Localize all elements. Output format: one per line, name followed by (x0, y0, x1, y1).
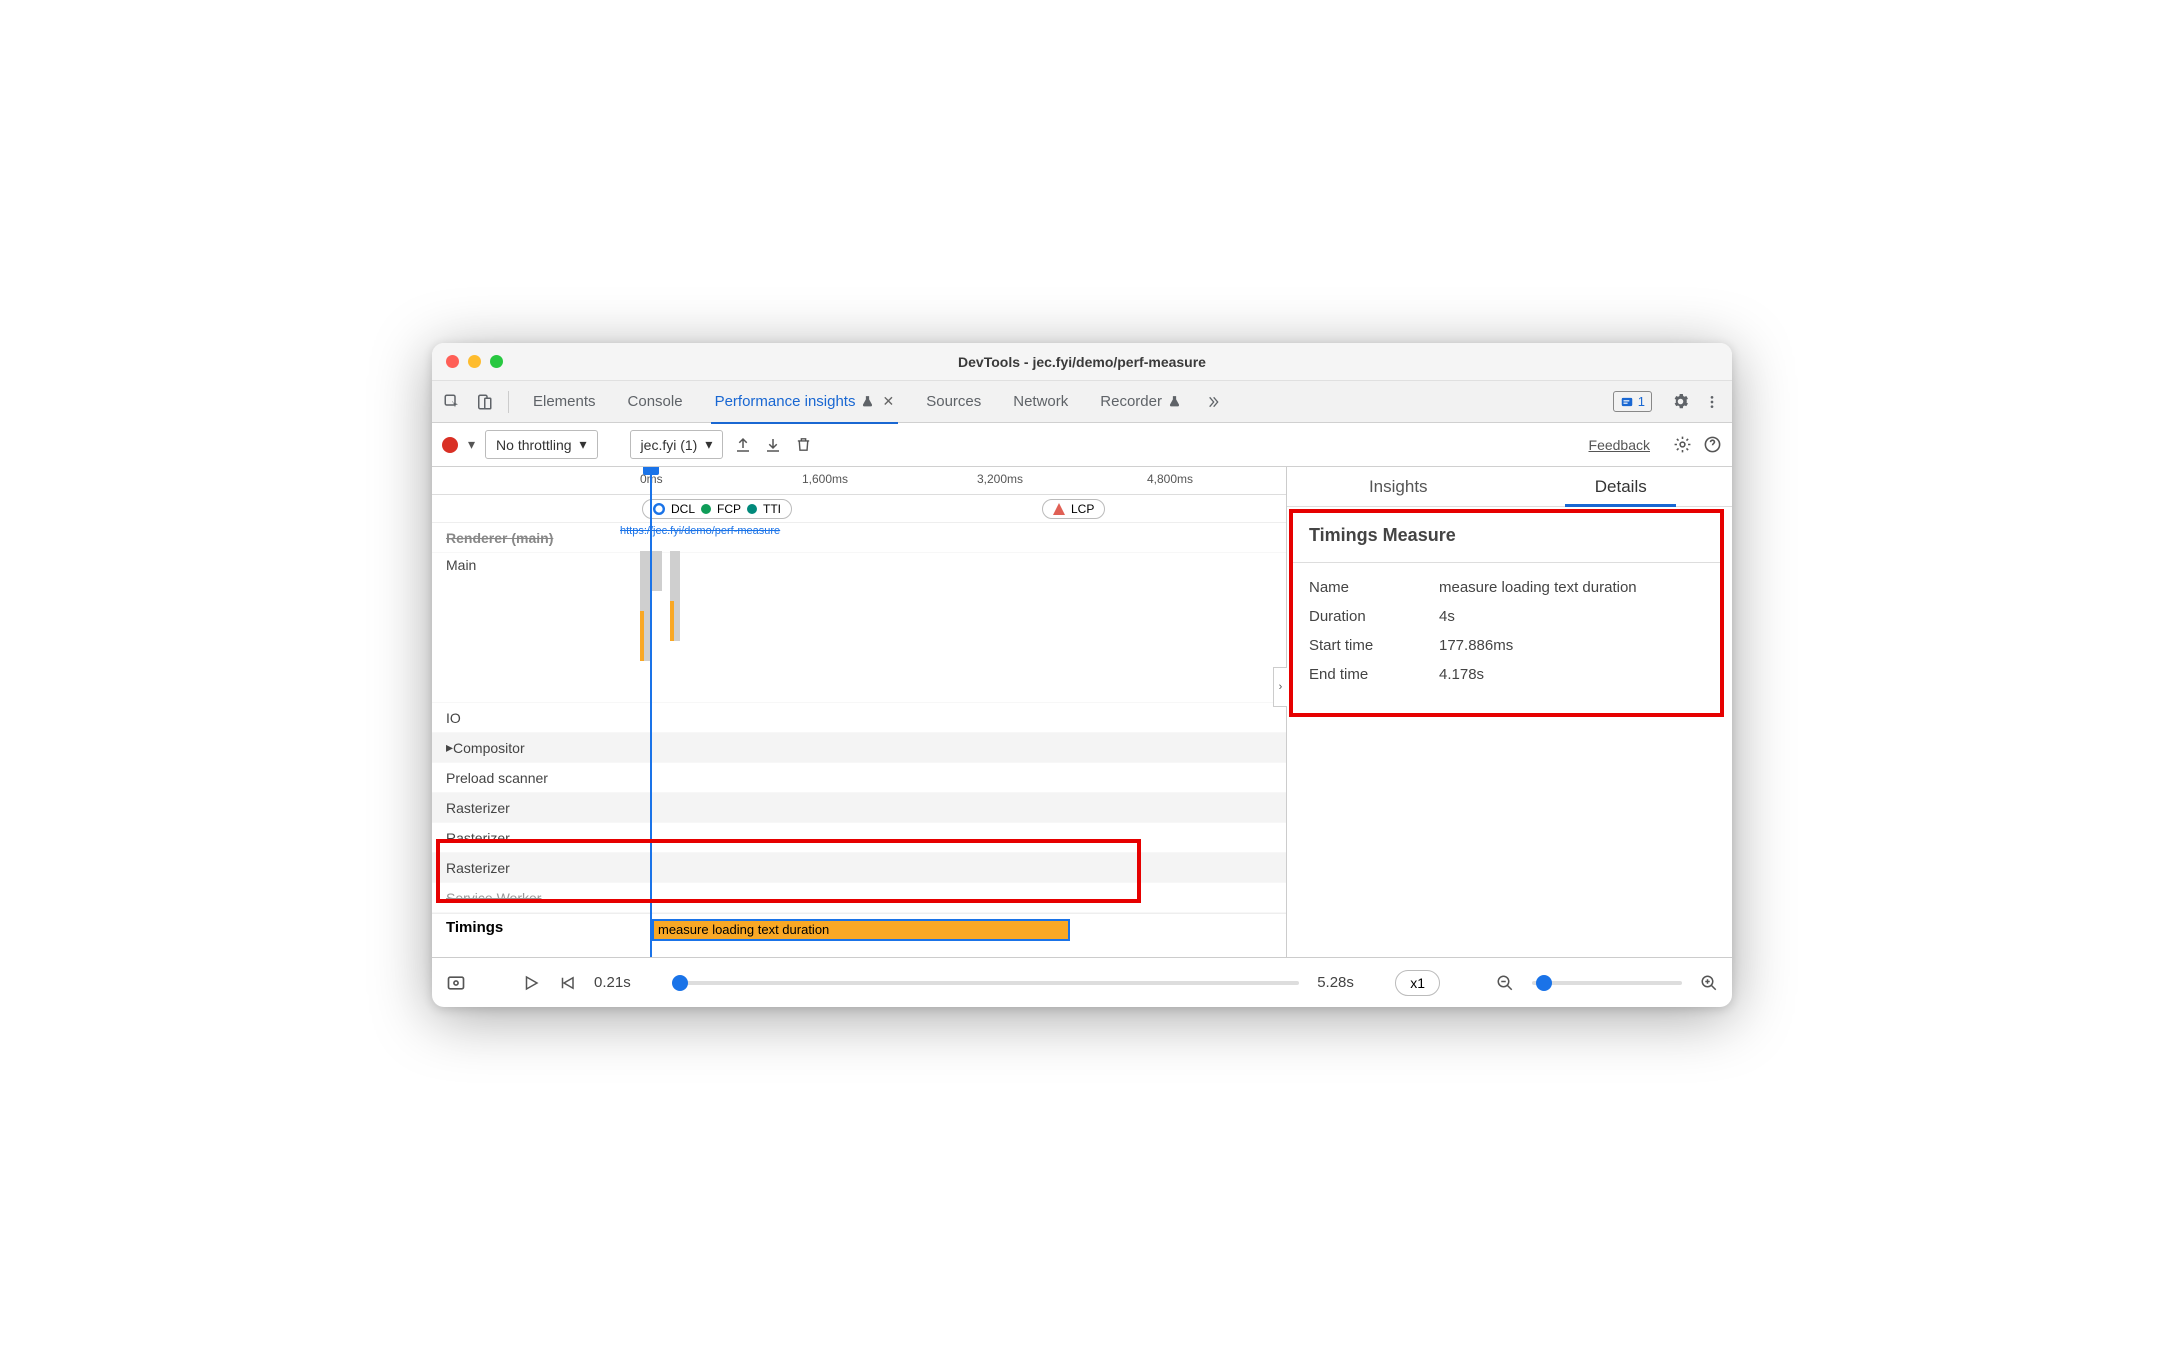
inspect-element-icon[interactable] (438, 388, 466, 416)
traffic-lights (446, 355, 503, 368)
track-renderer[interactable]: Renderer (main) (432, 523, 1286, 553)
timeline-pane[interactable]: 0ms 1,600ms 3,200ms 4,800ms DCL FCP TTI … (432, 467, 1287, 957)
tab-network[interactable]: Network (999, 381, 1082, 423)
details-title: Timings Measure (1309, 525, 1704, 546)
screenshot-toggle-icon[interactable] (446, 973, 466, 993)
track-rasterizer-3[interactable]: Rasterizer (432, 853, 1286, 883)
track-main[interactable]: Main (432, 553, 1286, 703)
time-end-label: 5.28s (1317, 974, 1377, 991)
settings-icon[interactable] (1666, 388, 1694, 416)
detail-name: Namemeasure loading text duration (1309, 573, 1704, 602)
issue-icon (1620, 395, 1634, 409)
detail-start-time: Start time177.886ms (1309, 631, 1704, 660)
track-service-worker[interactable]: Service Worker (432, 883, 1286, 913)
devtools-window: DevTools - jec.fyi/demo/perf-measure Ele… (432, 343, 1732, 1007)
tab-insights[interactable]: Insights (1287, 467, 1510, 506)
delete-icon[interactable] (793, 435, 813, 455)
titlebar: DevTools - jec.fyi/demo/perf-measure (432, 343, 1732, 381)
more-tabs-icon[interactable] (1199, 388, 1227, 416)
playhead[interactable] (650, 467, 652, 957)
export-icon[interactable] (733, 435, 753, 455)
tab-sources[interactable]: Sources (912, 381, 995, 423)
ruler-tick: 3,200ms (977, 472, 1023, 486)
warning-icon (1053, 503, 1065, 515)
side-panel: › Insights Details Timings Measure Namem… (1287, 467, 1732, 957)
panel-tabbar: Elements Console Performance insights ✕ … (432, 381, 1732, 423)
tab-elements[interactable]: Elements (519, 381, 610, 423)
feedback-link[interactable]: Feedback (1589, 437, 1650, 453)
minimize-window-button[interactable] (468, 355, 481, 368)
tab-details[interactable]: Details (1510, 467, 1733, 506)
markers-row: DCL FCP TTI LCP https://jec.fyi/demo/per… (432, 495, 1286, 523)
timing-measure-bar[interactable]: measure loading text duration (652, 919, 1070, 941)
content-area: 0ms 1,600ms 3,200ms 4,800ms DCL FCP TTI … (432, 467, 1732, 957)
help-icon[interactable] (1702, 435, 1722, 455)
import-icon[interactable] (763, 435, 783, 455)
zoom-out-icon[interactable] (1496, 974, 1514, 992)
record-dropdown[interactable]: ▾ (468, 436, 475, 453)
flask-icon (1168, 395, 1181, 408)
device-toolbar-icon[interactable] (470, 388, 498, 416)
details-card: Timings Measure Namemeasure loading text… (1289, 509, 1724, 717)
timeline-scrubber[interactable] (672, 981, 1299, 985)
detail-end-time: End time4.178s (1309, 660, 1704, 689)
tab-recorder[interactable]: Recorder (1086, 381, 1195, 423)
tab-performance-insights[interactable]: Performance insights ✕ (701, 381, 909, 423)
ruler-tick: 1,600ms (802, 472, 848, 486)
window-title: DevTools - jec.fyi/demo/perf-measure (432, 354, 1732, 370)
ruler-tick: 4,800ms (1147, 472, 1193, 486)
time-start-label: 0.21s (594, 974, 654, 991)
maximize-window-button[interactable] (490, 355, 503, 368)
tab-console[interactable]: Console (614, 381, 697, 423)
playback-bar: 0.21s 5.28s x1 (432, 957, 1732, 1007)
zoom-in-icon[interactable] (1700, 974, 1718, 992)
flask-icon (861, 395, 874, 408)
panel-settings-icon[interactable] (1672, 435, 1692, 455)
tracks-list: Renderer (main) Main IO ▸ Compositor Pre… (432, 523, 1286, 947)
timings-label: Timings (446, 919, 503, 936)
marker-lcp[interactable]: LCP (1042, 499, 1105, 519)
track-io[interactable]: IO (432, 703, 1286, 733)
recording-select[interactable]: jec.fyi (1)▾ (630, 430, 724, 459)
track-timings[interactable]: Timings measure loading text duration (432, 913, 1286, 947)
track-rasterizer-1[interactable]: Rasterizer (432, 793, 1286, 823)
detail-duration: Duration4s (1309, 602, 1704, 631)
time-ruler[interactable]: 0ms 1,600ms 3,200ms 4,800ms (432, 467, 1286, 495)
details-body: Timings Measure Namemeasure loading text… (1287, 507, 1732, 717)
track-preload-scanner[interactable]: Preload scanner (432, 763, 1286, 793)
track-compositor[interactable]: ▸ Compositor (432, 733, 1286, 763)
issues-badge[interactable]: 1 (1613, 391, 1652, 412)
record-button[interactable] (442, 437, 458, 453)
side-tabs: Insights Details (1287, 467, 1732, 507)
marker-pill-group[interactable]: DCL FCP TTI (642, 499, 792, 519)
marker-icon (653, 503, 665, 515)
throttling-select[interactable]: No throttling▾ (485, 430, 598, 459)
perf-toolbar: ▾ No throttling▾ jec.fyi (1)▾ Feedback (432, 423, 1732, 467)
close-window-button[interactable] (446, 355, 459, 368)
play-icon[interactable] (522, 974, 540, 992)
track-rasterizer-2[interactable]: Rasterizer (432, 823, 1286, 853)
kebab-menu-icon[interactable] (1698, 388, 1726, 416)
speed-toggle[interactable]: x1 (1395, 970, 1440, 996)
zoom-slider[interactable] (1532, 981, 1682, 985)
collapse-panel-icon[interactable]: › (1273, 667, 1287, 707)
rewind-icon[interactable] (558, 974, 576, 992)
close-tab-icon[interactable]: ✕ (882, 393, 894, 410)
